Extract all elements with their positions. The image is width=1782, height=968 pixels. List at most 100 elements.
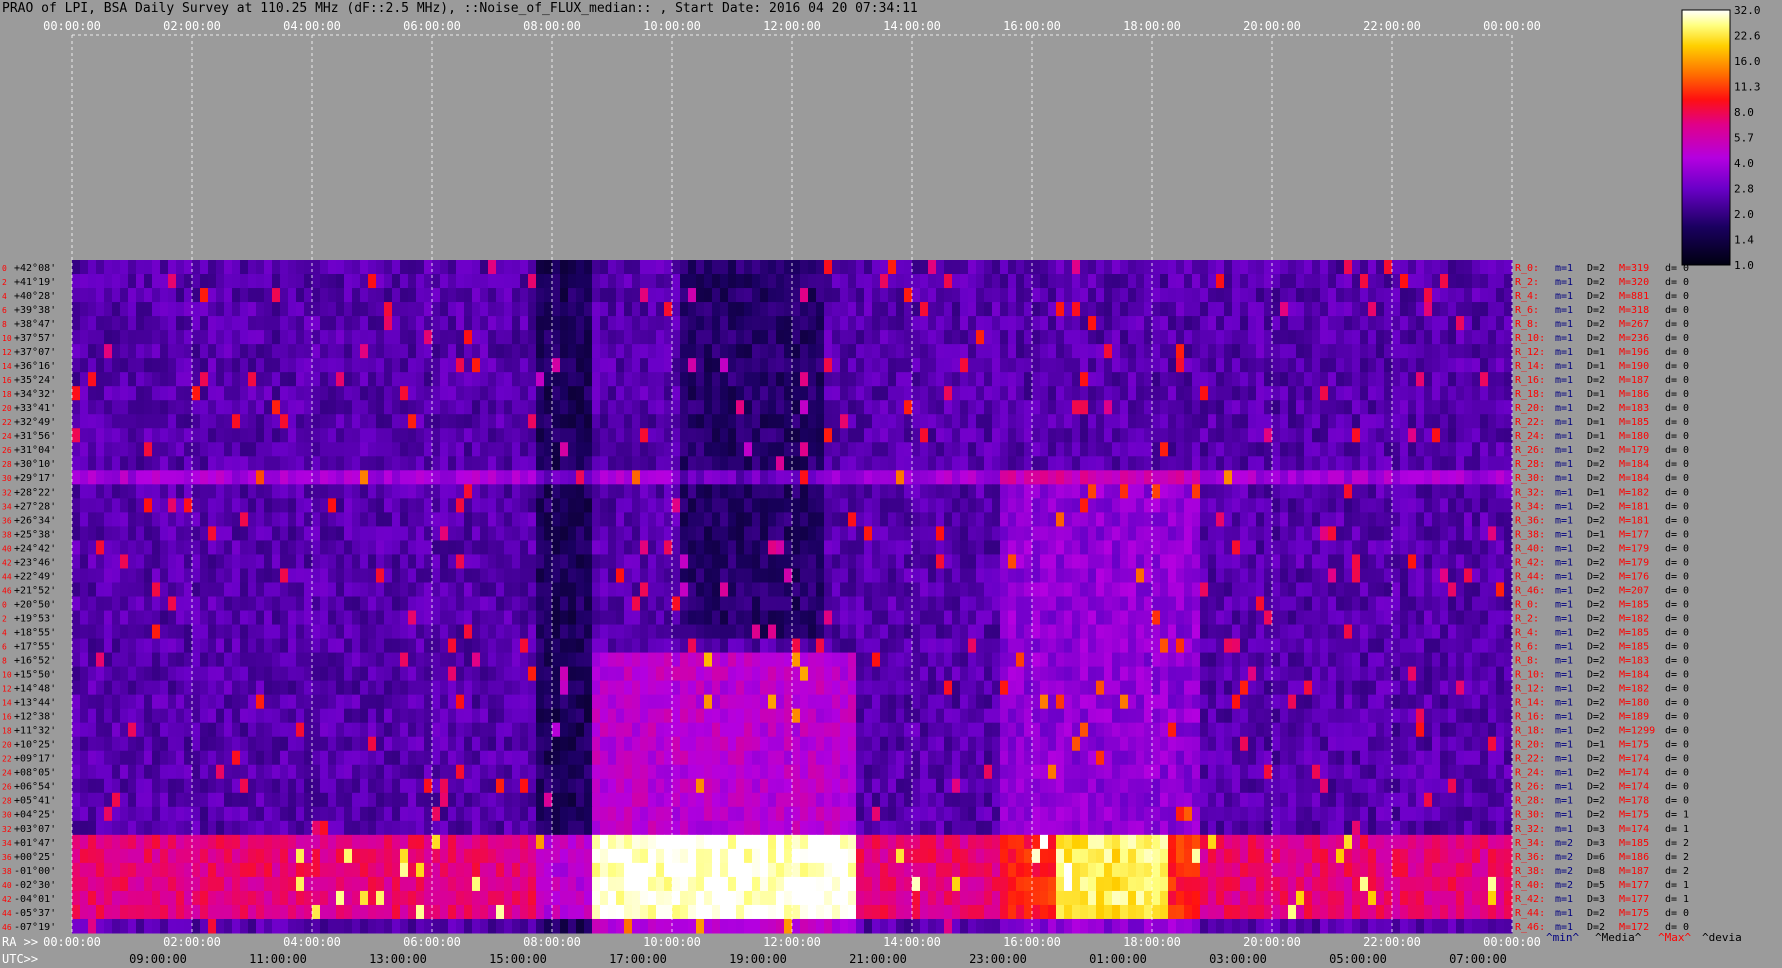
- heat-cell: [392, 526, 401, 541]
- heat-cell: [1232, 470, 1241, 485]
- heat-cell: [1440, 624, 1449, 640]
- heat-cell: [480, 442, 489, 457]
- heat-cell: [1304, 428, 1313, 443]
- heat-cell: [592, 470, 601, 485]
- heat-cell: [688, 400, 697, 415]
- heat-cell: [896, 302, 905, 317]
- heat-cell: [552, 302, 561, 317]
- heat-cell: [1368, 512, 1377, 527]
- heat-cell: [1296, 414, 1305, 429]
- heat-cell: [1240, 274, 1249, 289]
- heat-cell: [1272, 288, 1281, 303]
- heat-cell: [272, 372, 281, 387]
- heat-cell: [248, 484, 257, 499]
- heat-cell: [1200, 344, 1209, 359]
- heat-cell: [1320, 568, 1329, 583]
- heat-cell: [760, 526, 769, 541]
- heat-cell: [560, 568, 569, 583]
- heat-cell: [456, 386, 465, 401]
- heat-cell: [648, 428, 657, 443]
- heat-cell: [512, 400, 521, 415]
- heat-cell: [664, 372, 673, 387]
- heat-cell: [224, 596, 233, 612]
- heat-cell: [992, 526, 1001, 541]
- heat-cell: [1152, 316, 1161, 331]
- heat-cell: [1208, 484, 1217, 499]
- heat-cell: [1472, 274, 1481, 289]
- heat-cell: [872, 330, 881, 345]
- heat-cell: [848, 568, 857, 583]
- heat-cell: [872, 428, 881, 443]
- heat-cell: [1448, 624, 1457, 640]
- heat-cell: [1224, 414, 1233, 429]
- heat-cell: [1352, 414, 1361, 429]
- heat-cell: [168, 498, 177, 513]
- heat-cell: [1504, 498, 1513, 513]
- heat-cell: [352, 624, 361, 640]
- heat-cell: [248, 372, 257, 387]
- heat-cell: [232, 414, 241, 429]
- heat-cell: [920, 428, 929, 443]
- heat-cell: [1424, 442, 1433, 457]
- heat-cell: [376, 400, 385, 415]
- heat-cell: [1256, 512, 1265, 527]
- heat-cell: [1224, 260, 1233, 275]
- heat-cell: [1488, 274, 1497, 289]
- heat-cell: [504, 302, 513, 317]
- heat-cell: [656, 554, 665, 569]
- heat-cell: [456, 568, 465, 583]
- heat-cell: [1360, 512, 1369, 527]
- heat-cell: [1136, 596, 1145, 612]
- heat-cell: [704, 470, 713, 485]
- heat-cell: [192, 260, 201, 275]
- heat-cell: [648, 596, 657, 612]
- heat-cell: [1088, 540, 1097, 555]
- heat-cell: [904, 484, 913, 499]
- heat-cell: [496, 456, 505, 471]
- heat-cell: [1344, 582, 1353, 597]
- heat-cell: [544, 372, 553, 387]
- heat-cell: [1280, 428, 1289, 443]
- heat-cell: [848, 400, 857, 415]
- heat-cell: [848, 526, 857, 541]
- heat-cell: [1096, 540, 1105, 555]
- heat-cell: [304, 372, 313, 387]
- heat-cell: [272, 260, 281, 275]
- heat-cell: [1088, 638, 1097, 654]
- heat-cell: [544, 274, 553, 289]
- heat-cell: [1000, 358, 1009, 373]
- heat-cell: [1376, 344, 1385, 359]
- heat-cell: [992, 498, 1001, 513]
- heat-cell: [432, 582, 441, 597]
- heat-cell: [1136, 498, 1145, 513]
- heat-cell: [312, 428, 321, 443]
- heat-cell: [520, 540, 529, 555]
- heat-cell: [1384, 610, 1393, 626]
- heat-cell: [160, 526, 169, 541]
- heat-cell: [408, 358, 417, 373]
- heat-cell: [168, 526, 177, 541]
- heat-cell: [888, 260, 897, 275]
- heat-cell: [1016, 386, 1025, 401]
- heat-cell: [1208, 414, 1217, 429]
- heat-cell: [672, 512, 681, 527]
- heat-cell: [968, 638, 977, 654]
- heat-cell: [848, 358, 857, 373]
- heat-cell: [1120, 260, 1129, 275]
- heat-cell: [1480, 288, 1489, 303]
- heat-cell: [320, 470, 329, 485]
- heat-cell: [904, 498, 913, 513]
- heat-cell: [680, 526, 689, 541]
- heat-cell: [360, 358, 369, 373]
- heat-cell: [856, 288, 865, 303]
- heat-cell: [1144, 540, 1153, 555]
- heat-cell: [864, 638, 873, 654]
- heat-cell: [1120, 288, 1129, 303]
- heat-cell: [224, 484, 233, 499]
- heat-cell: [1472, 568, 1481, 583]
- heat-cell: [312, 386, 321, 401]
- heat-cell: [1200, 260, 1209, 275]
- heat-cell: [1384, 358, 1393, 373]
- heat-cell: [872, 400, 881, 415]
- heat-cell: [656, 596, 665, 612]
